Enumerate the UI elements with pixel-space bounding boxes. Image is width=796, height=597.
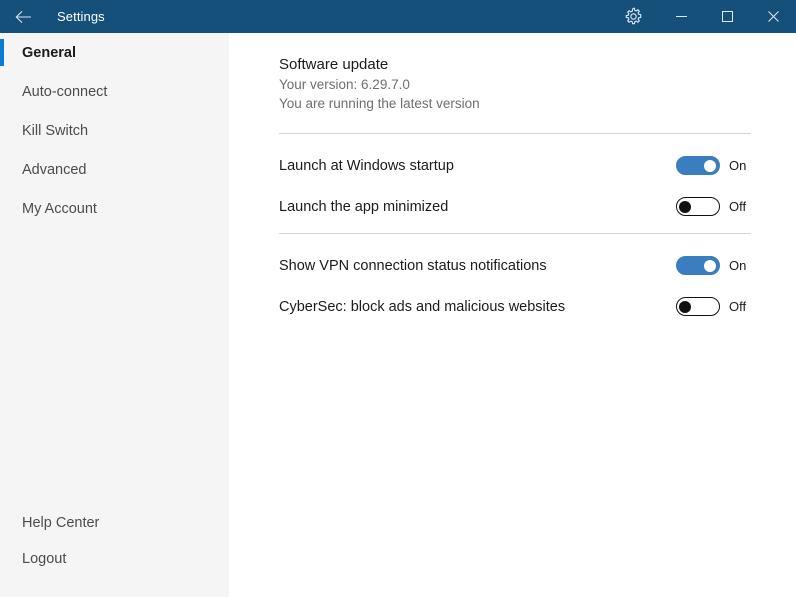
software-update-status-text: You are running the latest version xyxy=(279,96,480,111)
setting-label: Launch at Windows startup xyxy=(279,157,454,174)
sidebar: General Auto-connect Kill Switch Advance… xyxy=(0,33,229,597)
minimize-icon xyxy=(675,10,688,23)
toggle-knob xyxy=(704,159,716,172)
toggle-wrap: On xyxy=(676,256,751,275)
toggle-knob xyxy=(679,300,691,313)
close-icon xyxy=(767,10,780,23)
sidebar-item-logout[interactable]: Logout xyxy=(0,541,229,577)
sidebar-item-label: Auto-connect xyxy=(22,83,108,100)
maximize-icon xyxy=(721,10,734,23)
toggle-vpn-notifications[interactable] xyxy=(676,256,720,275)
toggle-wrap: Off xyxy=(676,197,751,216)
gear-icon xyxy=(624,7,643,26)
setting-row-launch-minimized: Launch the app minimized Off xyxy=(279,186,751,227)
settings-group-1: Launch at Windows startup On Launch the … xyxy=(279,145,751,227)
window-title: Settings xyxy=(57,9,105,24)
toggle-state-label: Off xyxy=(729,298,747,314)
setting-label: Launch the app minimized xyxy=(279,198,449,215)
minimize-button[interactable] xyxy=(658,0,704,33)
toggle-state-label: Off xyxy=(729,198,747,214)
toggle-launch-at-startup[interactable] xyxy=(676,156,720,175)
toggle-wrap: Off xyxy=(676,297,751,316)
maximize-button[interactable] xyxy=(704,0,750,33)
software-version-text: Your version: 6.29.7.0 xyxy=(279,77,410,92)
setting-row-vpn-notifications: Show VPN connection status notifications… xyxy=(279,245,751,286)
toggle-launch-minimized[interactable] xyxy=(676,197,720,216)
divider-1 xyxy=(279,133,751,134)
toggle-state-label: On xyxy=(729,257,747,273)
sidebar-item-label: Logout xyxy=(22,551,67,567)
setting-label: Show VPN connection status notifications xyxy=(279,257,547,274)
back-button[interactable] xyxy=(0,0,46,33)
toggle-state-label: On xyxy=(729,157,747,173)
sidebar-item-general[interactable]: General xyxy=(0,33,229,72)
sidebar-item-my-account[interactable]: My Account xyxy=(0,189,229,228)
settings-group-2: Show VPN connection status notifications… xyxy=(279,245,751,327)
main-content: Software update Your version: 6.29.7.0 Y… xyxy=(229,33,796,597)
sidebar-bottom-nav: Help Center Logout xyxy=(0,505,229,577)
toggle-wrap: On xyxy=(676,156,751,175)
toggle-knob xyxy=(679,200,691,213)
sidebar-item-auto-connect[interactable]: Auto-connect xyxy=(0,72,229,111)
sidebar-item-label: General xyxy=(22,44,76,61)
software-update-section: Software update Your version: 6.29.7.0 Y… xyxy=(279,55,751,113)
title-bar: Settings xyxy=(0,0,796,33)
sidebar-item-label: Advanced xyxy=(22,161,87,178)
divider-2 xyxy=(279,233,751,234)
setting-label: CyberSec: block ads and malicious websit… xyxy=(279,298,566,315)
software-update-title: Software update xyxy=(279,56,389,73)
sidebar-item-advanced[interactable]: Advanced xyxy=(0,150,229,189)
toggle-cybersec[interactable] xyxy=(676,297,720,316)
sidebar-item-help-center[interactable]: Help Center xyxy=(0,505,229,541)
toggle-knob xyxy=(704,259,716,272)
settings-window: Settings General Auto-connect Kill Switc… xyxy=(0,0,796,597)
setting-row-cybersec: CyberSec: block ads and malicious websit… xyxy=(279,286,751,327)
settings-gear-button[interactable] xyxy=(608,0,658,33)
sidebar-item-label: Help Center xyxy=(22,515,100,531)
sidebar-item-kill-switch[interactable]: Kill Switch xyxy=(0,111,229,150)
back-arrow-icon xyxy=(15,10,32,24)
close-button[interactable] xyxy=(750,0,796,33)
sidebar-item-label: Kill Switch xyxy=(22,122,89,139)
setting-row-launch-at-startup: Launch at Windows startup On xyxy=(279,145,751,186)
sidebar-item-label: My Account xyxy=(22,200,97,217)
sidebar-nav: General Auto-connect Kill Switch Advance… xyxy=(0,33,229,228)
